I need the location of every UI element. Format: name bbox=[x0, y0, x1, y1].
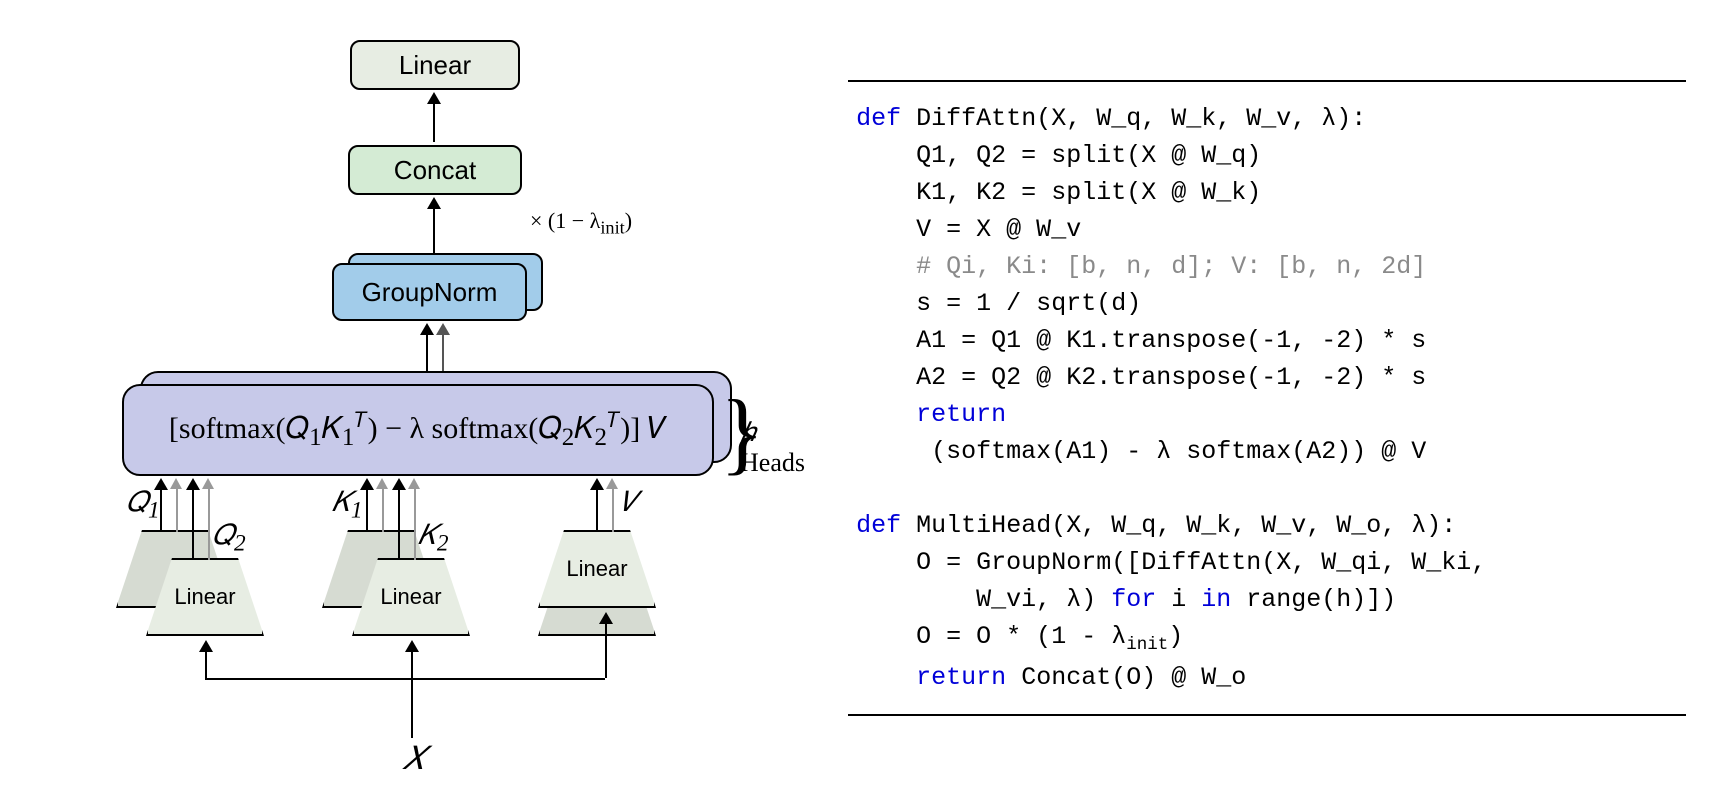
heads-annotation: ℎ Heads bbox=[740, 418, 805, 478]
arrow bbox=[208, 488, 210, 560]
arrow bbox=[192, 488, 194, 560]
arrow bbox=[411, 650, 413, 678]
arrow-head-icon bbox=[436, 323, 450, 335]
k1-label: 𝐾1 bbox=[332, 487, 363, 525]
arrow-head-icon bbox=[405, 640, 419, 652]
arrow-head-icon bbox=[202, 478, 214, 489]
arrow-head-icon bbox=[360, 478, 374, 490]
arrow bbox=[414, 488, 416, 560]
x-input-label: 𝑋 bbox=[402, 740, 425, 778]
arrow-head-icon bbox=[606, 478, 618, 489]
arrow bbox=[596, 488, 598, 532]
arrow bbox=[205, 650, 207, 678]
arrow-head-icon bbox=[199, 640, 213, 652]
q2-label: 𝑄2 bbox=[212, 520, 246, 558]
pseudocode-panel: def DiffAttn(X, W_q, W_k, W_v, λ): Q1, Q… bbox=[848, 30, 1686, 772]
arrow bbox=[160, 488, 162, 532]
scale-annotation: × (1 − λinit) bbox=[530, 208, 632, 238]
code-block: def DiffAttn(X, W_q, W_k, W_v, λ): Q1, Q… bbox=[848, 80, 1686, 716]
arrow-head-icon bbox=[427, 92, 441, 104]
arrow bbox=[433, 102, 435, 142]
arrow bbox=[605, 622, 607, 678]
arrow-head-icon bbox=[408, 478, 420, 489]
arrow bbox=[366, 488, 368, 532]
q1-label: 𝑄1 bbox=[126, 487, 160, 525]
v-label: 𝑉 bbox=[620, 487, 638, 519]
arrow-head-icon bbox=[599, 612, 613, 624]
arrow bbox=[176, 488, 178, 532]
arrow-head-icon bbox=[186, 478, 200, 490]
arrow bbox=[411, 678, 413, 738]
arrow bbox=[398, 488, 400, 560]
arrow-head-icon bbox=[170, 478, 182, 489]
arrow-head-icon bbox=[376, 478, 388, 489]
arrow-head-icon bbox=[420, 323, 434, 335]
concat-block: Concat bbox=[348, 145, 522, 195]
arrow-head-icon bbox=[392, 478, 406, 490]
arrow bbox=[382, 488, 384, 532]
k2-label: 𝐾2 bbox=[418, 520, 449, 558]
diff-attention-block: [softmax(𝑄1𝐾1𝑇) − λ softmax(𝑄2𝐾2𝑇)] 𝑉 bbox=[122, 384, 714, 476]
arrow-head-icon bbox=[427, 197, 441, 209]
linear-trap: Linear bbox=[538, 530, 656, 608]
architecture-diagram: Linear Concat × (1 − λinit) GroupNorm [s… bbox=[60, 30, 778, 770]
arrow-head-icon bbox=[590, 478, 604, 490]
hbus bbox=[205, 678, 605, 680]
arrow-head-icon bbox=[154, 478, 168, 490]
linear-output-block: Linear bbox=[350, 40, 520, 90]
arrow bbox=[612, 488, 614, 532]
groupnorm-block: GroupNorm bbox=[332, 263, 527, 321]
